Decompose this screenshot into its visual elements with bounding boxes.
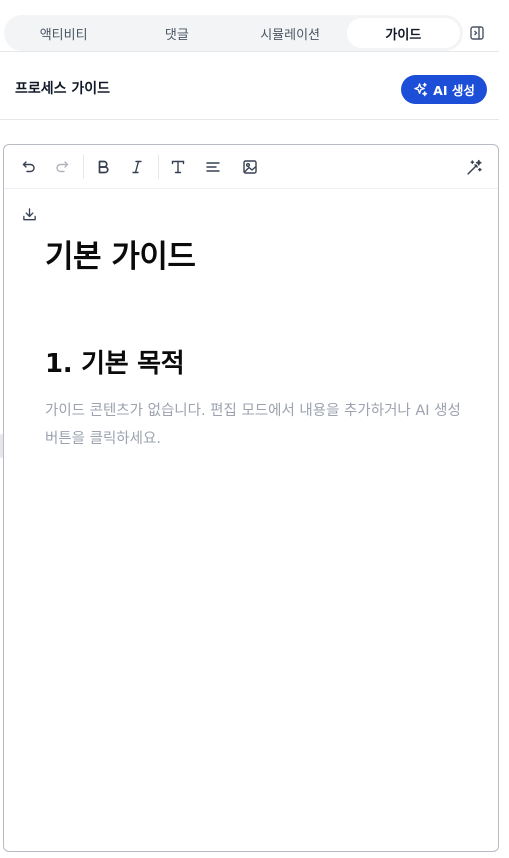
align-button[interactable] [202,156,224,178]
divider [0,119,499,120]
collapse-panel-button[interactable] [466,22,488,44]
document-title: 기본 가이드 [45,239,196,275]
heading-button[interactable] [167,156,189,178]
redo-icon [56,161,69,173]
ai-generate-label: AI 생성 [433,83,475,98]
section-heading: 1. 기본 목적 [45,349,185,379]
italic-button[interactable] [126,156,148,178]
magic-wand-icon [466,159,482,175]
divider [0,51,499,52]
tab-comments[interactable]: 댓글 [120,18,233,48]
undo-button[interactable] [18,156,40,178]
download-button[interactable] [20,205,38,223]
ai-generate-button[interactable]: AI 생성 [401,75,487,104]
italic-icon [132,160,142,174]
download-icon [22,207,36,220]
tab-guide[interactable]: 가이드 [346,18,460,48]
empty-content-placeholder: 가이드 콘텐츠가 없습니다. 편집 모드에서 내용을 추가하거나 AI 생성 버… [45,403,461,447]
toolbar-separator [158,155,159,179]
bold-icon [98,160,109,174]
editor-toolbar [4,145,498,189]
toolbar-separator [83,155,84,179]
magic-button[interactable] [463,156,485,178]
undo-icon [22,161,35,173]
guide-editor: 기본 가이드 1. 기본 목적 가이드 콘텐츠가 없습니다. 편집 모드에서 내… [3,144,499,852]
redo-button[interactable] [51,156,73,178]
image-icon [243,160,257,174]
heading-icon [171,160,185,174]
tab-bar: 액티비티 댓글 시뮬레이션 가이드 [4,15,463,51]
page-title: 프로세스 가이드 [15,81,111,97]
image-button[interactable] [239,156,261,178]
sparkle-icon [414,82,428,97]
guide-panel: 액티비티 댓글 시뮬레이션 가이드 프로세스 가이드 AI 생성 기본 가이드 … [0,0,509,858]
bold-button[interactable] [92,156,114,178]
align-left-icon [206,162,220,172]
tab-activity[interactable]: 액티비티 [7,18,120,48]
tab-simulation[interactable]: 시뮬레이션 [234,18,347,48]
panel-collapse-icon [470,26,484,40]
